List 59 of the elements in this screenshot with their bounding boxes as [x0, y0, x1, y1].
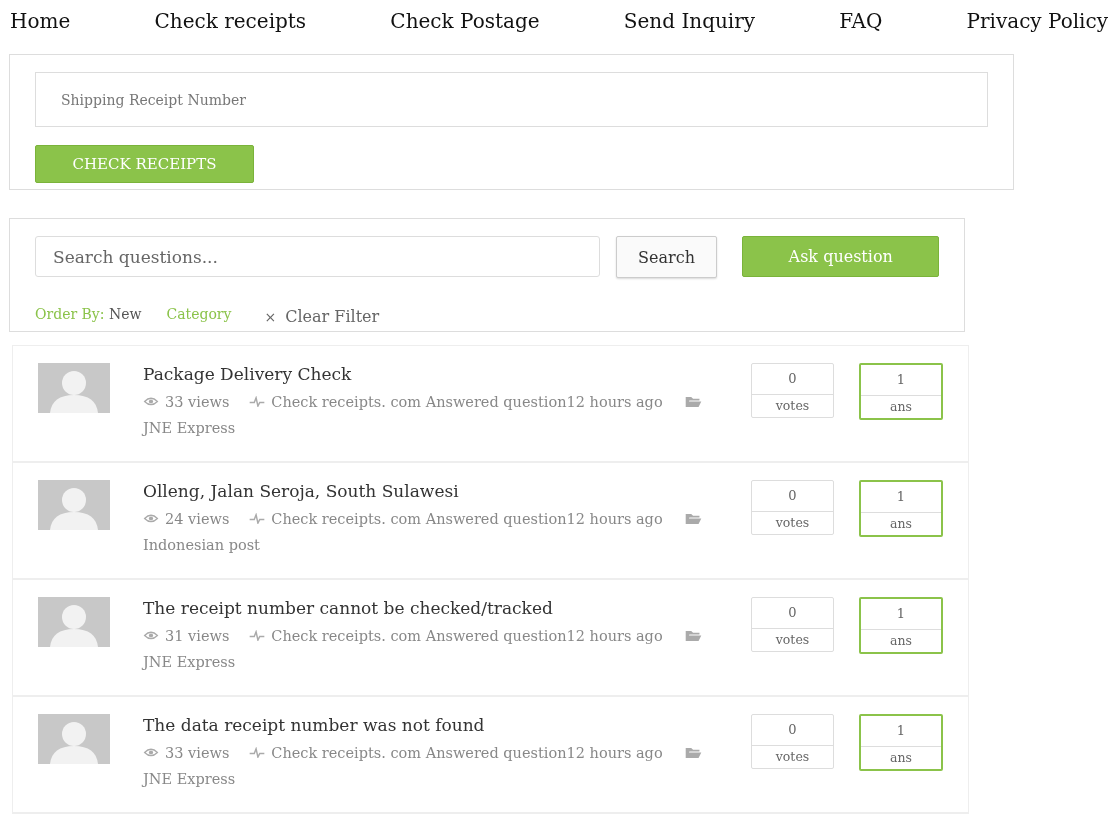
answers-label: ans: [889, 749, 913, 767]
votes-label: votes: [774, 397, 811, 415]
activity-text: Check receipts. com Answered question12 hours ago: [271, 628, 663, 644]
pulse-icon: [249, 513, 266, 524]
answer-count: 1: [861, 716, 941, 747]
order-by-filter[interactable]: Order By: New: [35, 306, 142, 322]
category-link[interactable]: JNE Express: [143, 420, 236, 436]
activity-text: Check receipts. com Answered question12 hours ago: [271, 745, 663, 761]
search-button[interactable]: Search: [615, 236, 718, 278]
answers-label: ans: [889, 515, 913, 533]
folder-icon: [684, 513, 702, 524]
category-link[interactable]: JNE Express: [143, 771, 236, 787]
nav-link[interactable]: Check Postage: [390, 9, 540, 33]
vote-count: 0: [752, 481, 833, 512]
answer-count: 1: [861, 365, 941, 396]
view-count: 31 views: [165, 628, 230, 644]
vote-count: 0: [752, 715, 833, 746]
eye-icon: [143, 747, 159, 758]
category-link[interactable]: JNE Express: [143, 654, 236, 670]
eye-icon: [143, 396, 159, 407]
avatar-icon: [38, 480, 110, 530]
vote-count: 0: [752, 598, 833, 629]
receipt-number-field[interactable]: Shipping Receipt Number: [35, 72, 988, 127]
search-field[interactable]: Search questions...: [35, 236, 600, 277]
question-title-link[interactable]: Package Delivery Check: [143, 364, 713, 384]
activity-text: Check receipts. com Answered question12 hours ago: [271, 394, 663, 410]
vote-count: 0: [752, 364, 833, 395]
question-title-link[interactable]: The receipt number cannot be checked/tracked: [143, 598, 713, 618]
nav-link[interactable]: FAQ: [839, 9, 883, 33]
nav-link[interactable]: Home: [10, 9, 71, 33]
eye-icon: [143, 630, 159, 641]
pulse-icon: [249, 630, 266, 641]
clear-filter-link[interactable]: × Clear Filter: [264, 307, 380, 326]
eye-icon: [143, 513, 159, 524]
folder-icon: [684, 747, 702, 758]
folder-icon: [684, 396, 702, 407]
pulse-icon: [249, 396, 266, 407]
answer-count: 1: [861, 599, 941, 630]
avatar-icon: [38, 363, 110, 413]
answer-count: 1: [861, 482, 941, 513]
votes-label: votes: [774, 748, 811, 766]
view-count: 33 views: [165, 745, 230, 761]
question-title-link[interactable]: Olleng, Jalan Seroja, South Sulawesi: [143, 481, 713, 501]
question-title-link[interactable]: The data receipt number was not found: [143, 715, 713, 735]
pulse-icon: [249, 747, 266, 758]
answers-label: ans: [889, 398, 913, 416]
view-count: 24 views: [165, 511, 230, 527]
nav-link[interactable]: Check receipts: [154, 9, 307, 33]
votes-label: votes: [774, 514, 811, 532]
votes-label: votes: [774, 631, 811, 649]
avatar-icon: [38, 714, 110, 764]
avatar-icon: [38, 597, 110, 647]
nav-link[interactable]: Send Inquiry: [623, 9, 756, 33]
activity-text: Check receipts. com Answered question12 hours ago: [271, 511, 663, 527]
nav-link[interactable]: Privacy Policy: [966, 9, 1108, 33]
answers-label: ans: [889, 632, 913, 650]
view-count: 33 views: [165, 394, 230, 410]
folder-icon: [684, 630, 702, 641]
category-link[interactable]: Indonesian post: [143, 537, 260, 553]
